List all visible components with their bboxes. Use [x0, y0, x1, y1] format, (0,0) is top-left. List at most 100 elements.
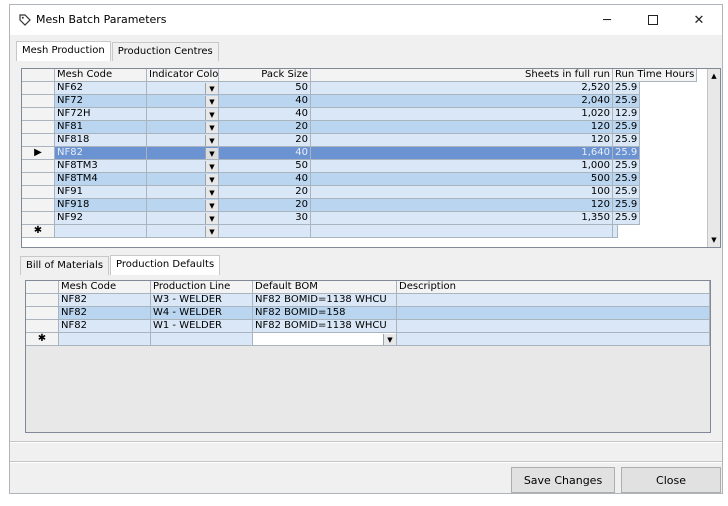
indicator-color-cell[interactable]: ▼ [147, 173, 219, 186]
table-row[interactable]: NF62 ▼ 50 2,520 25.9 [22, 82, 641, 95]
indicator-color-cell[interactable]: ▼ [147, 108, 219, 121]
mesh-code-cell[interactable]: NF62 [55, 82, 147, 95]
run-time-cell[interactable]: 25.9 [613, 95, 641, 108]
row-selector[interactable] [22, 134, 55, 147]
column-production-line[interactable]: Production Line [151, 281, 253, 294]
close-window-button[interactable]: ✕ [676, 5, 722, 35]
chevron-down-icon[interactable]: ▼ [205, 226, 218, 237]
run-time-cell[interactable]: 25.9 [613, 199, 641, 212]
sheets-cell[interactable]: 1,000 [311, 160, 613, 173]
pack-size-cell[interactable]: 40 [219, 147, 311, 160]
default-bom-cell[interactable]: NF82 BOMID=1138 WHCU [253, 320, 397, 333]
minimize-button[interactable]: ─ [584, 5, 630, 35]
close-button[interactable]: Close [621, 467, 721, 493]
sheets-cell[interactable]: 1,020 [311, 108, 613, 121]
run-time-cell[interactable]: 25.9 [613, 173, 641, 186]
mesh-code-cell[interactable]: NF72 [55, 95, 147, 108]
indicator-color-cell[interactable]: ▼ [147, 225, 219, 238]
description-cell[interactable] [397, 333, 710, 346]
chevron-down-icon[interactable]: ▼ [205, 122, 218, 133]
column-sheets-full-run[interactable]: Sheets in full run [311, 69, 613, 82]
indicator-color-cell[interactable]: ▼ [147, 199, 219, 212]
sheets-cell[interactable]: 2,520 [311, 82, 613, 95]
row-selector[interactable] [22, 108, 55, 121]
row-selector[interactable] [26, 307, 59, 320]
production-line-cell[interactable]: W3 - WELDER [151, 294, 253, 307]
table-row[interactable]: NF92 ▼ 30 1,350 25.9 [22, 212, 641, 225]
pack-size-cell[interactable]: 50 [219, 160, 311, 173]
mesh-code-cell[interactable]: NF918 [55, 199, 147, 212]
sheets-cell[interactable]: 1,350 [311, 212, 613, 225]
default-bom-cell[interactable]: NF82 BOMID=158 [253, 307, 397, 320]
description-cell[interactable] [397, 294, 710, 307]
indicator-color-cell[interactable]: ▼ [147, 95, 219, 108]
default-bom-cell[interactable]: ▼ [253, 333, 397, 346]
tab-bill-of-materials[interactable]: Bill of Materials [20, 256, 110, 275]
table-row[interactable]: NF918 ▼ 20 120 25.9 [22, 199, 641, 212]
mesh-grid-scrollbar[interactable]: ▲ ▼ [707, 69, 720, 247]
sheets-cell[interactable]: 1,640 [311, 147, 613, 160]
indicator-color-cell[interactable]: ▼ [147, 160, 219, 173]
scroll-up-icon[interactable]: ▲ [708, 70, 720, 82]
pack-size-cell[interactable]: 40 [219, 95, 311, 108]
row-selector[interactable] [22, 186, 55, 199]
chevron-down-icon[interactable]: ▼ [205, 161, 218, 172]
indicator-color-cell[interactable]: ▼ [147, 134, 219, 147]
table-row[interactable]: NF81 ▼ 20 120 25.9 [22, 121, 641, 134]
run-time-cell[interactable]: 25.9 [613, 186, 641, 199]
description-cell[interactable] [397, 320, 710, 333]
run-time-cell[interactable]: 25.9 [613, 147, 641, 160]
sheets-cell[interactable] [311, 225, 613, 238]
table-row[interactable]: NF818 ▼ 20 120 25.9 [22, 134, 641, 147]
sheets-cell[interactable]: 100 [311, 186, 613, 199]
table-row[interactable]: NF82 W3 - WELDER NF82 BOMID=1138 WHCU [26, 294, 710, 307]
default-bom-cell[interactable]: NF82 BOMID=1138 WHCU [253, 294, 397, 307]
pack-size-cell[interactable]: 40 [219, 173, 311, 186]
production-defaults-grid[interactable]: Mesh Code Production Line Default BOM Descr… [25, 280, 711, 433]
mesh-code-cell[interactable]: NF8TM3 [55, 160, 147, 173]
pack-size-cell[interactable]: 30 [219, 212, 311, 225]
chevron-down-icon[interactable]: ▼ [205, 135, 218, 146]
run-time-cell[interactable] [613, 225, 618, 238]
row-selector[interactable] [22, 199, 55, 212]
scroll-down-icon[interactable]: ▼ [708, 234, 720, 246]
pack-size-cell[interactable]: 20 [219, 199, 311, 212]
row-selector[interactable] [22, 95, 55, 108]
row-selector[interactable] [26, 320, 59, 333]
chevron-down-icon[interactable]: ▼ [383, 334, 396, 345]
sheets-cell[interactable]: 2,040 [311, 95, 613, 108]
mesh-code-cell[interactable]: NF82 [59, 307, 151, 320]
mesh-code-cell[interactable]: NF92 [55, 212, 147, 225]
mesh-code-cell[interactable]: NF91 [55, 186, 147, 199]
mesh-grid[interactable]: ▲ ▼ Mesh Code Indicator Color Pack Size She… [21, 68, 721, 248]
chevron-down-icon[interactable]: ▼ [205, 187, 218, 198]
pack-size-cell[interactable] [219, 225, 311, 238]
row-selector[interactable]: ▶ [22, 147, 55, 160]
description-cell[interactable] [397, 307, 710, 320]
mesh-code-cell[interactable]: NF82 [59, 320, 151, 333]
mesh-code-cell[interactable]: NF72H [55, 108, 147, 121]
save-changes-button[interactable]: Save Changes [511, 467, 615, 493]
maximize-button[interactable] [630, 5, 676, 35]
column-mesh-code[interactable]: Mesh Code [59, 281, 151, 294]
row-selector[interactable] [26, 294, 59, 307]
row-selector[interactable] [22, 121, 55, 134]
production-line-cell[interactable]: W1 - WELDER [151, 320, 253, 333]
table-row[interactable]: NF82 W4 - WELDER NF82 BOMID=158 [26, 307, 710, 320]
pack-size-cell[interactable]: 20 [219, 134, 311, 147]
pack-size-cell[interactable]: 50 [219, 82, 311, 95]
indicator-color-cell[interactable]: ▼ [147, 121, 219, 134]
mesh-code-cell[interactable] [55, 225, 147, 238]
indicator-color-cell[interactable]: ▼ [147, 212, 219, 225]
sheets-cell[interactable]: 120 [311, 199, 613, 212]
chevron-down-icon[interactable]: ▼ [205, 83, 218, 94]
run-time-cell[interactable]: 25.9 [613, 82, 641, 95]
table-row[interactable]: NF82 W1 - WELDER NF82 BOMID=1138 WHCU [26, 320, 710, 333]
chevron-down-icon[interactable]: ▼ [205, 109, 218, 120]
run-time-cell[interactable]: 25.9 [613, 212, 641, 225]
tab-mesh-production[interactable]: Mesh Production [16, 41, 111, 61]
row-selector[interactable] [22, 173, 55, 186]
table-row[interactable]: NF91 ▼ 20 100 25.9 [22, 186, 641, 199]
new-row[interactable]: ✱ ▼ [26, 333, 710, 346]
table-row[interactable]: NF72H ▼ 40 1,020 12.9 [22, 108, 641, 121]
